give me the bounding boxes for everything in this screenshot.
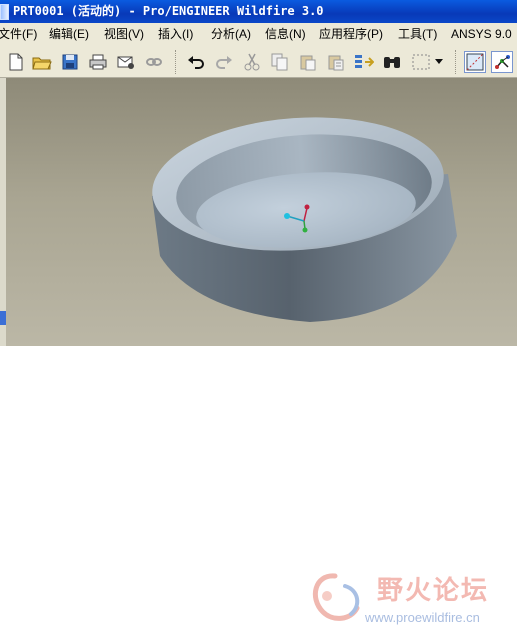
find-binoculars-icon[interactable] xyxy=(381,51,403,73)
copy-icon[interactable] xyxy=(269,51,291,73)
menu-ansys[interactable]: ANSYS 9.0 xyxy=(451,23,512,45)
menu-view[interactable]: 视图(V) xyxy=(104,23,144,45)
app-icon xyxy=(0,3,9,20)
redo-icon[interactable] xyxy=(213,51,235,73)
toolbar-separator xyxy=(455,50,457,74)
datum-plane-display-icon[interactable] xyxy=(464,51,486,73)
window-title: PRT0001 (活动的) - Pro/ENGINEER Wildfire 3.… xyxy=(13,4,324,18)
menu-analysis[interactable]: 分析(A) xyxy=(211,23,251,45)
send-mail-icon[interactable] xyxy=(115,51,137,73)
dropdown-arrow-icon[interactable] xyxy=(433,51,445,73)
link-icon[interactable] xyxy=(143,51,165,73)
cut-icon[interactable] xyxy=(241,51,263,73)
title-bar: PRT0001 (活动的) - Pro/ENGINEER Wildfire 3.… xyxy=(0,0,517,23)
graphics-viewport[interactable] xyxy=(0,78,517,346)
new-file-icon[interactable] xyxy=(5,51,27,73)
regenerate-icon[interactable] xyxy=(353,51,375,73)
forum-watermark: 野火论坛 www.proewildfire.cn xyxy=(305,568,517,630)
select-box-icon[interactable] xyxy=(409,51,433,73)
datum-axis-display-icon[interactable] xyxy=(491,51,513,73)
paste-special-icon[interactable] xyxy=(325,51,347,73)
menu-edit[interactable]: 编辑(E) xyxy=(49,23,89,45)
forum-logo-icon xyxy=(312,573,360,621)
watermark-url: www.proewildfire.cn xyxy=(365,610,480,625)
menu-info[interactable]: 信息(N) xyxy=(265,23,306,45)
watermark-title: 野火论坛 xyxy=(377,576,490,606)
menu-bar: 文件(F) 编辑(E) 视图(V) 插入(I) 分析(A) 信息(N) 应用程序… xyxy=(0,23,517,45)
menu-applications[interactable]: 应用程序(P) xyxy=(319,23,383,45)
menu-file[interactable]: 文件(F) xyxy=(0,23,37,45)
paste-icon[interactable] xyxy=(297,51,319,73)
menu-insert[interactable]: 插入(I) xyxy=(158,23,193,45)
open-folder-icon[interactable] xyxy=(31,51,53,73)
toolbar xyxy=(0,45,517,78)
print-icon[interactable] xyxy=(87,51,109,73)
navigator-toggle-handle[interactable] xyxy=(0,311,6,325)
toolbar-separator xyxy=(175,50,177,74)
menu-tools[interactable]: 工具(T) xyxy=(398,23,437,45)
save-icon[interactable] xyxy=(59,51,81,73)
undo-icon[interactable] xyxy=(185,51,207,73)
model-view xyxy=(152,117,457,322)
